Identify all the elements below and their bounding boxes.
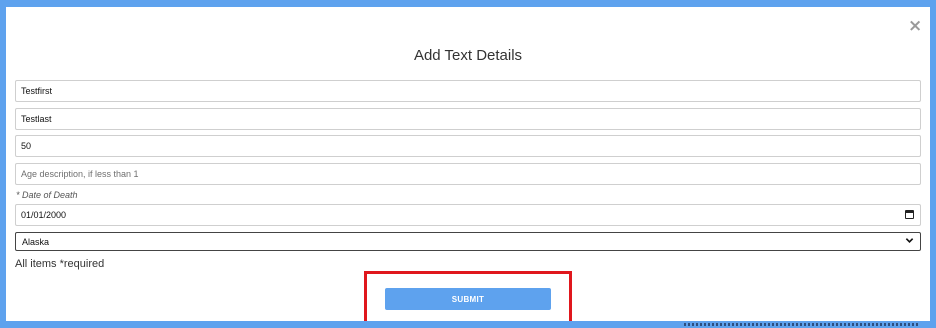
add-text-details-modal: × Add Text Details * Date of Death 01/01…	[6, 7, 930, 327]
modal-title: Add Text Details	[413, 47, 523, 64]
first-name-input[interactable]	[15, 80, 921, 102]
date-of-death-input[interactable]: 01/01/2000	[15, 204, 921, 226]
page-background	[0, 0, 936, 6]
last-name-input[interactable]	[15, 108, 921, 130]
age-input[interactable]	[15, 135, 921, 157]
age-description-input[interactable]	[15, 163, 921, 185]
date-of-death-label: * Date of Death	[16, 190, 78, 200]
close-icon[interactable]: ×	[908, 18, 922, 35]
required-note: All items *required	[15, 258, 105, 270]
calendar-icon[interactable]	[905, 210, 914, 219]
state-select-value: Alaska	[22, 237, 50, 247]
chevron-down-icon	[905, 238, 914, 243]
state-select[interactable]: Alaska	[15, 232, 921, 251]
background-text-fragment	[684, 323, 920, 326]
submit-button[interactable]: SUBMIT	[385, 288, 551, 310]
date-of-death-value: 01/01/2000	[21, 210, 67, 220]
